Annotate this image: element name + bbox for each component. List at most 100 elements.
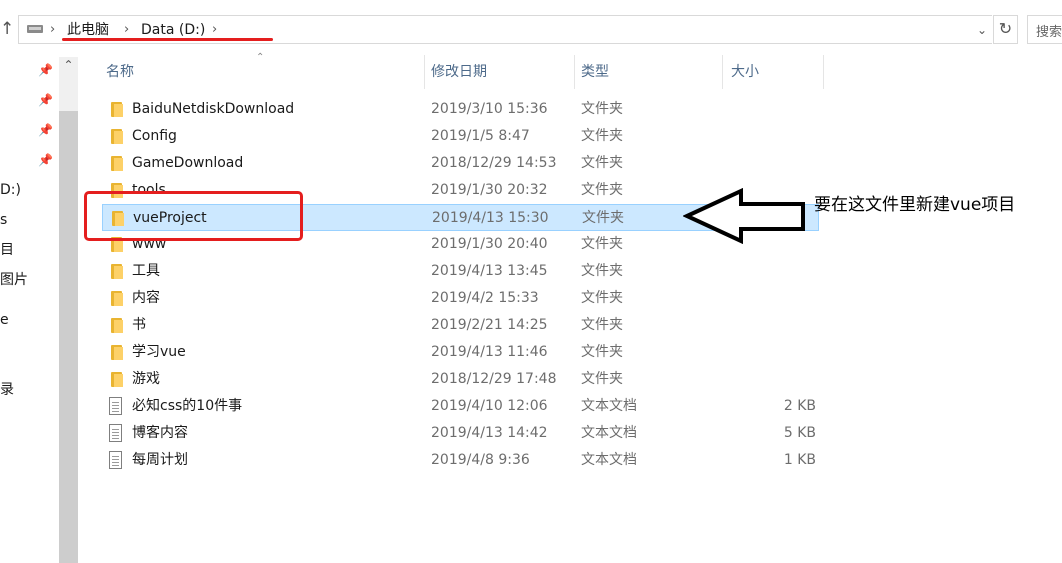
- file-type: 文件夹: [581, 344, 623, 360]
- chevron-right-icon[interactable]: ›: [50, 20, 55, 40]
- file-date: 2019/4/10 12:06: [431, 398, 548, 414]
- file-name: Config: [132, 128, 177, 144]
- list-item[interactable]: 必知css的10件事 2019/4/10 12:06 文本文档 2 KB: [102, 393, 819, 420]
- text-file-icon: [109, 451, 122, 469]
- file-date: 2019/4/13 13:45: [431, 263, 548, 279]
- text-file-icon: [109, 397, 122, 415]
- file-name: 博客内容: [132, 425, 188, 441]
- column-header-type[interactable]: 类型: [581, 55, 722, 89]
- scroll-up-icon[interactable]: ⌃: [59, 58, 78, 72]
- file-date: 2018/12/29 17:48: [431, 371, 557, 387]
- folder-icon: [111, 264, 125, 279]
- navigation-pane: 📌 📌 📌 📌 D:) s 目 图片 e 录 ⌃: [0, 46, 80, 563]
- list-item[interactable]: BaiduNetdiskDownload 2019/3/10 15:36 文件夹: [102, 96, 819, 123]
- folder-icon: [111, 291, 125, 306]
- nav-item[interactable]: e: [0, 311, 9, 329]
- column-header-label: 类型: [581, 64, 609, 80]
- nav-item[interactable]: 目: [0, 241, 14, 259]
- file-type: 文件夹: [581, 128, 623, 144]
- folder-icon: [111, 156, 125, 171]
- file-type: 文件夹: [581, 236, 623, 252]
- list-item[interactable]: 书 2019/2/21 14:25 文件夹: [102, 312, 819, 339]
- nav-item[interactable]: 录: [0, 381, 14, 399]
- list-item[interactable]: Config 2019/1/5 8:47 文件夹: [102, 123, 819, 150]
- column-header-label: 大小: [731, 64, 759, 80]
- file-date: 2019/2/21 14:25: [431, 317, 548, 333]
- nav-item[interactable]: s: [0, 211, 7, 229]
- file-name: BaiduNetdiskDownload: [132, 101, 295, 117]
- folder-icon: [111, 345, 125, 360]
- file-type: 文件夹: [581, 182, 623, 198]
- drive-icon: [27, 25, 43, 33]
- folder-icon: [111, 372, 125, 387]
- list-item[interactable]: 工具 2019/4/13 13:45 文件夹: [102, 258, 819, 285]
- file-type: 文件夹: [581, 155, 623, 171]
- folder-icon: [111, 318, 125, 333]
- file-name: 必知css的10件事: [132, 398, 243, 414]
- file-type: 文件夹: [581, 290, 623, 306]
- file-size: 2 KB: [783, 398, 816, 414]
- file-date: 2019/1/30 20:40: [431, 236, 548, 252]
- search-input[interactable]: 搜索: [1027, 15, 1062, 44]
- column-header-label: 名称: [106, 64, 134, 80]
- list-item[interactable]: 博客内容 2019/4/13 14:42 文本文档 5 KB: [102, 420, 819, 447]
- file-type: 文本文档: [581, 398, 637, 414]
- file-name: 游戏: [132, 371, 160, 387]
- pin-icon[interactable]: 📌: [38, 93, 53, 107]
- annotation-underline: [62, 38, 273, 41]
- file-date: 2019/4/13 11:46: [431, 344, 548, 360]
- chevron-right-icon[interactable]: ›: [212, 20, 217, 40]
- annotation-highlight-box: [84, 191, 303, 241]
- file-date: 2019/4/13 15:30: [432, 210, 549, 226]
- breadcrumb-data-drive[interactable]: Data (D:): [141, 20, 205, 40]
- column-header-size[interactable]: 大小: [731, 55, 823, 89]
- list-item[interactable]: GameDownload 2018/12/29 14:53 文件夹: [102, 150, 819, 177]
- list-item[interactable]: 内容 2019/4/2 15:33 文件夹: [102, 285, 819, 312]
- file-size: 5 KB: [783, 425, 816, 441]
- nav-item[interactable]: D:): [0, 181, 21, 199]
- file-name: 每周计划: [132, 452, 188, 468]
- column-header-date[interactable]: 修改日期: [431, 55, 573, 89]
- folder-icon: [111, 129, 125, 144]
- file-date: 2019/4/2 15:33: [431, 290, 539, 306]
- column-divider[interactable]: [574, 55, 575, 89]
- search-placeholder: 搜索: [1036, 25, 1062, 40]
- list-item[interactable]: 学习vue 2019/4/13 11:46 文件夹: [102, 339, 819, 366]
- file-type: 文件夹: [581, 371, 623, 387]
- chevron-down-icon[interactable]: ⌄: [975, 22, 989, 38]
- column-divider[interactable]: [823, 55, 824, 89]
- pin-icon[interactable]: 📌: [38, 63, 53, 77]
- text-file-icon: [109, 424, 122, 442]
- column-header-name[interactable]: 名称: [106, 55, 424, 89]
- breadcrumb-this-pc[interactable]: 此电脑: [67, 20, 109, 40]
- nav-scrollbar-thumb[interactable]: [59, 111, 78, 563]
- annotation-arrow-icon: [683, 188, 805, 244]
- pin-icon[interactable]: 📌: [38, 153, 53, 167]
- file-type: 文件夹: [581, 101, 623, 117]
- column-header-label: 修改日期: [431, 64, 487, 80]
- file-date: 2019/1/30 20:32: [431, 182, 548, 198]
- file-date: 2019/3/10 15:36: [431, 101, 548, 117]
- file-name: 内容: [132, 290, 160, 306]
- nav-item[interactable]: 图片: [0, 271, 28, 289]
- file-type: 文件夹: [581, 317, 623, 333]
- file-date: 2019/4/13 14:42: [431, 425, 548, 441]
- up-arrow-icon[interactable]: ↑: [0, 17, 14, 41]
- file-type: 文件夹: [582, 210, 624, 226]
- file-size: 1 KB: [783, 452, 816, 468]
- column-divider[interactable]: [424, 55, 425, 89]
- file-date: 2019/4/8 9:36: [431, 452, 530, 468]
- list-item[interactable]: 每周计划 2019/4/8 9:36 文本文档 1 KB: [102, 447, 819, 474]
- folder-icon: [111, 102, 125, 117]
- file-name: GameDownload: [132, 155, 244, 171]
- refresh-icon[interactable]: ↻: [993, 15, 1018, 44]
- file-type: 文本文档: [581, 425, 637, 441]
- column-divider[interactable]: [722, 55, 723, 89]
- file-name: 书: [132, 317, 146, 333]
- list-item[interactable]: 游戏 2018/12/29 17:48 文件夹: [102, 366, 819, 393]
- annotation-text: 要在这文件里新建vue项目: [814, 195, 1016, 215]
- pin-icon[interactable]: 📌: [38, 123, 53, 137]
- file-name: 学习vue: [132, 344, 186, 360]
- chevron-right-icon[interactable]: ›: [124, 20, 129, 40]
- file-date: 2019/1/5 8:47: [431, 128, 530, 144]
